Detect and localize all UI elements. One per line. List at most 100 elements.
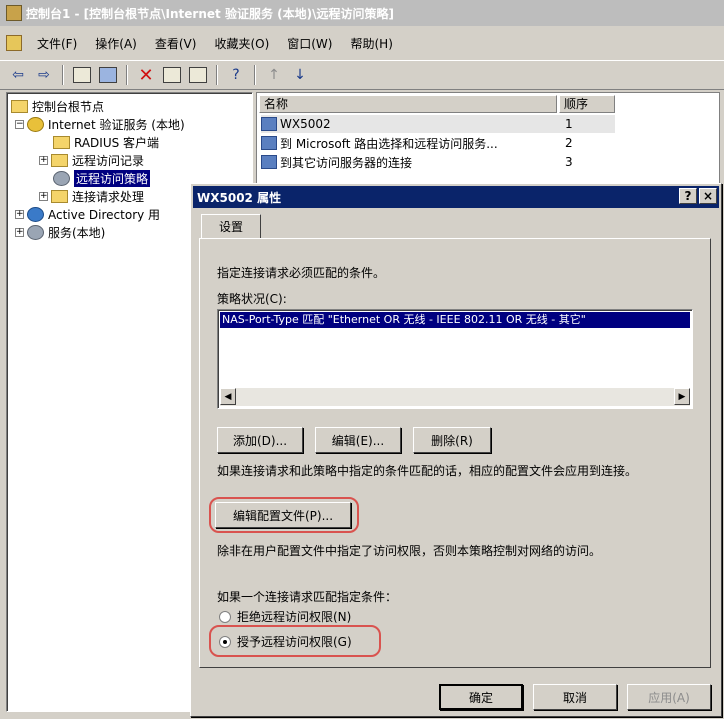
edit-condition-button[interactable]: 编辑(E)...	[315, 427, 401, 453]
list-item-order: 2	[565, 136, 573, 150]
mmc-window: 控制台1 - [控制台根节点\Internet 验证服务 (本地)\远程访问策略…	[0, 0, 724, 719]
ias-service-icon	[27, 116, 44, 132]
policy-icon	[261, 117, 277, 131]
tab-settings[interactable]: 设置	[201, 214, 261, 238]
list-item-name: WX5002	[280, 117, 331, 131]
export-list-icon	[189, 67, 207, 83]
policy-conditions-list[interactable]: NAS-Port-Type 匹配 "Ethernet OR 无线 - IEEE …	[217, 309, 693, 409]
menu-bar: 文件(F) 操作(A) 查看(V) 收藏夹(O) 窗口(W) 帮助(H)	[0, 28, 724, 58]
add-condition-button[interactable]: 添加(D)...	[217, 427, 303, 453]
tree-item-label: Active Directory 用	[48, 207, 161, 222]
deny-access-label: 拒绝远程访问权限(N)	[237, 610, 352, 624]
edit-profile-button[interactable]: 编辑配置文件(P)...	[215, 502, 351, 528]
list-item-name: 到 Microsoft 路由选择和远程访问服务...	[280, 136, 498, 151]
tree-item-remote-access-logging[interactable]: + 远程访问记录	[39, 151, 144, 169]
profile-note-text: 除非在用户配置文件中指定了访问权限，否则本策略控制对网络的访问。	[217, 544, 602, 558]
apply-button[interactable]: 应用(A)	[627, 684, 711, 710]
policy-list: 名称 顺序 WX5002 1 到 Microsoft 路由选择和远程访问服务..…	[256, 92, 720, 192]
toolbar: ⇦ ⇨ ✕ ? ↑ ↓	[0, 60, 724, 90]
tree-item-label: Internet 验证服务 (本地)	[48, 117, 185, 132]
match-note-text: 如果连接请求和此策略中指定的条件匹配的话，相应的配置文件会应用到连接。	[217, 464, 638, 478]
tree-item-services[interactable]: + 服务(本地)	[15, 223, 105, 241]
column-header-order[interactable]: 顺序	[559, 95, 615, 113]
tree-item-console-root[interactable]: 控制台根节点	[11, 97, 104, 115]
tree-item-connection-request[interactable]: + 连接请求处理	[39, 187, 144, 205]
move-down-icon[interactable]: ↓	[288, 64, 312, 86]
policy-icon	[53, 170, 70, 186]
if-match-label: 如果一个连接请求匹配指定条件：	[217, 590, 398, 604]
dialog-title: WX5002 属性	[197, 190, 282, 205]
instruction-text: 指定连接请求必须匹配的条件。	[217, 266, 386, 280]
radio-button[interactable]	[219, 635, 231, 648]
help-button[interactable]: ?	[679, 188, 697, 204]
dialog-title-buttons: ? ×	[679, 188, 717, 204]
tree-item-remote-access-policies[interactable]: 远程访问策略	[53, 169, 151, 187]
tree-item-label: 连接请求处理	[72, 189, 145, 204]
forward-arrow-icon[interactable]: ⇨	[32, 64, 56, 86]
tree-item-label: 服务(本地)	[48, 225, 106, 240]
list-item[interactable]: WX5002	[261, 115, 615, 133]
remove-condition-button[interactable]: 删除(R)	[413, 427, 491, 453]
export-list-button[interactable]	[186, 64, 210, 86]
ok-button[interactable]: 确定	[439, 684, 523, 710]
expand-icon[interactable]: +	[15, 227, 24, 237]
scroll-left-icon[interactable]: ◀	[220, 388, 236, 405]
toolbar-separator	[254, 65, 256, 85]
help-icon[interactable]: ?	[224, 64, 248, 86]
expand-icon[interactable]: +	[39, 155, 48, 165]
up-one-level-button[interactable]	[70, 64, 94, 86]
menu-action[interactable]: 操作(A)	[86, 35, 146, 52]
tree-item-active-directory[interactable]: + Active Directory 用	[15, 205, 160, 223]
up-folder-icon	[73, 67, 91, 83]
dialog-titlebar: WX5002 属性 ? ×	[193, 186, 719, 208]
show-hide-tree-button[interactable]	[96, 64, 120, 86]
toolbar-separator	[216, 65, 218, 85]
grant-access-label: 授予远程访问权限(G)	[237, 635, 352, 649]
policy-icon	[261, 155, 277, 169]
folder-icon	[51, 189, 68, 203]
tree-item-label: RADIUS 客户端	[74, 135, 160, 150]
tree-item-ias[interactable]: − Internet 验证服务 (本地)	[15, 115, 185, 133]
folder-icon	[51, 153, 68, 167]
list-item[interactable]: 到其它访问服务器的连接	[261, 153, 412, 171]
tree-item-radius-clients[interactable]: RADIUS 客户端	[53, 133, 159, 151]
close-button[interactable]: ×	[699, 188, 717, 204]
console-icon	[6, 5, 22, 21]
window-titlebar: 控制台1 - [控制台根节点\Internet 验证服务 (本地)\远程访问策略…	[0, 0, 724, 26]
move-up-icon[interactable]: ↑	[262, 64, 286, 86]
toolbar-separator	[126, 65, 128, 85]
scroll-right-icon[interactable]: ▶	[674, 388, 690, 405]
column-header-name[interactable]: 名称	[259, 95, 557, 113]
console-menu-icon[interactable]	[6, 35, 22, 51]
horizontal-scrollbar[interactable]: ◀ ▶	[220, 388, 690, 406]
menu-help[interactable]: 帮助(H)	[341, 35, 401, 52]
folder-icon	[53, 135, 70, 149]
tree-item-label: 控制台根节点	[32, 99, 105, 114]
deny-access-radio[interactable]: 拒绝远程访问权限(N)	[219, 608, 351, 625]
condition-item[interactable]: NAS-Port-Type 匹配 "Ethernet OR 无线 - IEEE …	[220, 312, 690, 328]
delete-icon[interactable]: ✕	[134, 64, 158, 86]
folder-icon	[11, 99, 28, 113]
menu-window[interactable]: 窗口(W)	[278, 35, 341, 52]
tree-item-label: 远程访问记录	[72, 153, 145, 168]
list-item-order: 3	[565, 155, 573, 169]
expand-icon[interactable]: +	[39, 191, 48, 201]
properties-icon	[163, 67, 181, 83]
list-item-name: 到其它访问服务器的连接	[280, 155, 413, 170]
cancel-button[interactable]: 取消	[533, 684, 617, 710]
console-tree-icon	[99, 67, 117, 83]
toolbar-separator	[62, 65, 64, 85]
active-directory-icon	[27, 206, 44, 222]
list-item[interactable]: 到 Microsoft 路由选择和远程访问服务...	[261, 134, 498, 152]
radio-button[interactable]	[219, 610, 231, 623]
expand-icon[interactable]: +	[15, 209, 24, 219]
properties-button[interactable]	[160, 64, 184, 86]
properties-dialog: WX5002 属性 ? × 设置 指定连接请求必须匹配的条件。 策略状况(C):…	[190, 183, 722, 717]
window-title: 控制台1 - [控制台根节点\Internet 验证服务 (本地)\远程访问策略…	[26, 6, 394, 21]
collapse-icon[interactable]: −	[15, 119, 24, 129]
menu-view[interactable]: 查看(V)	[146, 35, 206, 52]
grant-access-radio[interactable]: 授予远程访问权限(G)	[219, 633, 352, 650]
menu-favorites[interactable]: 收藏夹(O)	[205, 35, 278, 52]
menu-file[interactable]: 文件(F)	[28, 35, 86, 52]
back-arrow-icon[interactable]: ⇦	[6, 64, 30, 86]
